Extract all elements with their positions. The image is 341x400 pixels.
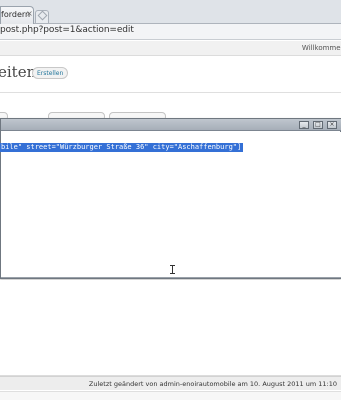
welcome-text: Willkommen — [301, 44, 341, 52]
text-cursor-icon — [170, 265, 175, 274]
divider — [0, 92, 341, 93]
editor-dialog: _ □ × bile" street="Würzburger Straße 36… — [0, 118, 341, 279]
browser-tab-strip: fordern × — [0, 0, 341, 24]
content-panel — [0, 280, 341, 376]
tab-close-icon[interactable]: × — [25, 9, 34, 18]
maximize-button[interactable]: □ — [313, 121, 323, 129]
create-button[interactable]: Erstellen — [32, 67, 69, 79]
dialog-titlebar[interactable]: _ □ × — [1, 119, 341, 131]
page-title: eiten — [0, 63, 37, 81]
minimize-button[interactable]: _ — [299, 121, 309, 129]
browser-tab[interactable]: fordern × — [0, 6, 34, 24]
new-tab-button[interactable] — [35, 10, 49, 23]
new-tab-icon — [37, 10, 48, 21]
status-bar: Zuletzt geändert von admin-enoirautomobi… — [0, 376, 341, 390]
close-button[interactable]: × — [327, 121, 337, 129]
admin-bar: Willkommen — [0, 41, 341, 56]
address-toolbar: post.php?post=1&action=edit — [0, 24, 341, 40]
last-modified-text: Zuletzt geändert von admin-enoirautomobi… — [88, 380, 337, 388]
code-editor[interactable]: bile" street="Würzburger Straße 36" city… — [0, 132, 341, 278]
page-bottom — [0, 391, 341, 400]
address-bar[interactable]: post.php?post=1&action=edit — [0, 25, 134, 35]
selected-code-text: bile" street="Würzburger Straße 36" city… — [0, 143, 244, 152]
